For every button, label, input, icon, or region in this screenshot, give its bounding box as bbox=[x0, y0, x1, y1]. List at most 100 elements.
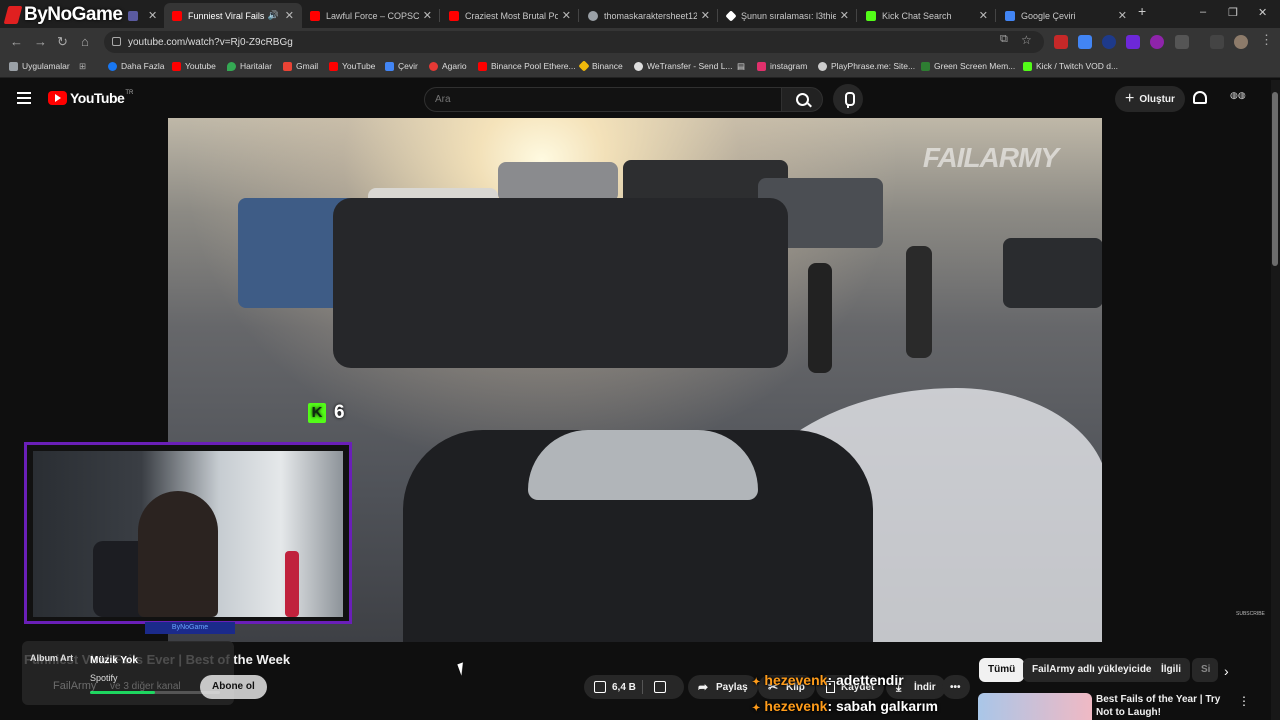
thumbs-up-icon[interactable] bbox=[594, 681, 606, 693]
bookmark-binance[interactable]: Binance bbox=[578, 60, 623, 72]
back-arrow-icon[interactable]: ← bbox=[10, 34, 23, 49]
new-tab-button[interactable]: + bbox=[1138, 3, 1146, 19]
guide-menu-icon[interactable] bbox=[17, 92, 31, 104]
minimize-button[interactable]: – bbox=[1200, 6, 1206, 18]
scrollbar-thumb[interactable] bbox=[1272, 92, 1278, 266]
profile-avatar-icon[interactable] bbox=[1234, 35, 1248, 49]
tab-siralamasi[interactable]: Şunun sıralaması: l3thien ✕ bbox=[719, 3, 857, 28]
home-icon[interactable]: ⌂ bbox=[81, 34, 89, 49]
maximize-button[interactable]: ❐ bbox=[1228, 6, 1238, 19]
bookmarks-grid-icon[interactable]: ⊞ bbox=[79, 61, 86, 72]
close-window-button[interactable]: ✕ bbox=[1258, 6, 1267, 19]
bookmark-cevir[interactable]: Çevir bbox=[385, 61, 418, 71]
tab-craziest-police[interactable]: Craziest Most Brutal Police ✕ bbox=[441, 3, 579, 28]
forward-arrow-icon[interactable]: → bbox=[34, 34, 47, 49]
account-avatar[interactable]: ◍◍ bbox=[1230, 90, 1250, 106]
overlay-logo-text: ByNoGame bbox=[24, 4, 123, 25]
chip-from-uploader[interactable]: FailArmy adlı yükleyiciden bbox=[1023, 658, 1167, 682]
bookmark-playphrase[interactable]: PlayPhrase.me: Site... bbox=[818, 61, 915, 71]
tab-close-icon[interactable]: ✕ bbox=[1118, 9, 1127, 22]
chevron-right-icon[interactable]: › bbox=[1224, 663, 1229, 679]
dark-car-right bbox=[1003, 238, 1102, 308]
extension-profile-icon[interactable] bbox=[1150, 35, 1164, 49]
bookmark-wetransfer[interactable]: WeTransfer - Send L... bbox=[634, 61, 733, 71]
voice-search-button[interactable] bbox=[833, 84, 863, 114]
bynogame-overlay-logo: ByNoGame bbox=[3, 4, 123, 26]
tab-thomaskaraktersheet[interactable]: thomaskaraktersheet123 ✕ bbox=[580, 3, 718, 28]
kick-logo-icon: K bbox=[308, 403, 326, 423]
notifications-bell-icon[interactable] bbox=[1193, 91, 1207, 104]
bookmark-binance-pool[interactable]: Binance Pool Ethere... bbox=[478, 61, 576, 71]
youtube-icon bbox=[172, 61, 181, 71]
plus-icon: + bbox=[1125, 90, 1135, 107]
tab-close-icon[interactable]: ✕ bbox=[423, 9, 432, 22]
tab-close-icon[interactable]: ✕ bbox=[562, 9, 571, 22]
tab-kick-chat-search[interactable]: Kick Chat Search ✕ bbox=[858, 3, 996, 28]
instagram-icon bbox=[757, 61, 766, 71]
bookmark-kick-twitch-vod[interactable]: Kick / Twitch VOD d... bbox=[1023, 61, 1118, 71]
reload-icon[interactable]: ↻ bbox=[57, 34, 68, 50]
bookmark-gmail[interactable]: Gmail bbox=[283, 61, 318, 71]
chip-next-partial[interactable]: Si bbox=[1192, 658, 1218, 682]
extension-news-icon[interactable] bbox=[1054, 35, 1068, 49]
tab-close-icon[interactable]: ✕ bbox=[979, 9, 988, 22]
bookmark-uygulamalar[interactable]: Uygulamalar bbox=[9, 61, 70, 71]
search-input[interactable] bbox=[424, 87, 782, 112]
bookmark-instagram[interactable]: instagram bbox=[757, 61, 807, 71]
chip-related[interactable]: İlgili bbox=[1152, 658, 1190, 682]
tab-funniest-viral-fails[interactable]: Funniest Viral Fails Ever 🔊 ✕ bbox=[164, 3, 302, 28]
tab-home-youtube[interactable]: ✕ bbox=[120, 3, 160, 28]
channel-name[interactable]: FailArmy bbox=[53, 680, 96, 692]
bookmark-agario[interactable]: Agario bbox=[429, 61, 467, 71]
create-button[interactable]: + Oluştur bbox=[1115, 86, 1185, 112]
tab-google-ceviri[interactable]: Google Çeviri ✕ bbox=[997, 3, 1135, 28]
share-button[interactable]: ➦ Paylaş bbox=[688, 675, 758, 699]
spotify-now-playing-widget: Album Art Müzik Yok Spotify bbox=[22, 641, 234, 705]
extension-translate-icon[interactable] bbox=[1078, 35, 1092, 49]
tab-lawful-force[interactable]: Lawful Force – COPSCAM ✕ bbox=[302, 3, 440, 28]
youtube-logo[interactable]: YouTube TR bbox=[48, 90, 133, 106]
collab-channels-link[interactable]: ve 3 diğer kanal bbox=[110, 681, 181, 692]
tab-close-icon[interactable]: ✕ bbox=[285, 9, 294, 22]
extensions-puzzle-icon[interactable] bbox=[1175, 35, 1189, 49]
maps-pin-icon bbox=[227, 61, 236, 71]
bynogame-logo-icon bbox=[3, 6, 23, 24]
site-info-icon[interactable] bbox=[112, 37, 121, 46]
track-name: Müzik Yok bbox=[90, 655, 138, 666]
url-bar[interactable]: youtube.com/watch?v=Rj0-Z9cRBGg bbox=[104, 31, 1044, 53]
bookmark-youtube[interactable]: Youtube bbox=[172, 61, 216, 71]
url-text: youtube.com/watch?v=Rj0-Z9cRBGg bbox=[128, 36, 293, 48]
extension-audio-icon[interactable] bbox=[1102, 35, 1116, 49]
thumbs-down-icon[interactable] bbox=[654, 681, 666, 693]
bookmark-green-screen[interactable]: Green Screen Mem... bbox=[921, 61, 1015, 71]
youtube-icon bbox=[329, 61, 338, 71]
tab-close-icon[interactable]: ✕ bbox=[148, 9, 157, 22]
wetransfer-icon bbox=[634, 61, 643, 71]
kick-count-value: 6 bbox=[334, 402, 345, 423]
recommended-thumbnail[interactable] bbox=[978, 693, 1092, 720]
gmail-icon bbox=[283, 61, 292, 71]
install-app-icon[interactable]: ⧉ bbox=[1000, 33, 1008, 46]
chip-all[interactable]: Tümü bbox=[979, 658, 1025, 682]
share-label: Paylaş bbox=[716, 681, 748, 693]
media-control-icon[interactable] bbox=[1210, 35, 1224, 49]
audio-playing-icon[interactable]: 🔊 bbox=[268, 10, 279, 21]
bookmark-youtube-2[interactable]: YouTube bbox=[329, 61, 375, 71]
tab-close-icon[interactable]: ✕ bbox=[701, 9, 710, 22]
search-button[interactable] bbox=[781, 87, 823, 112]
bookmark-haritalar[interactable]: Haritalar bbox=[227, 61, 272, 71]
extension-pen-icon[interactable] bbox=[1126, 35, 1140, 49]
subscribe-button[interactable]: Abone ol bbox=[200, 675, 267, 699]
browser-menu-icon[interactable]: ⋮ bbox=[1260, 32, 1273, 48]
bookmark-doc-icon[interactable]: ▤ bbox=[737, 61, 745, 72]
youtube-icon bbox=[478, 61, 487, 71]
recommended-title[interactable]: Best Fails of the Year | Try Not to Laug… bbox=[1096, 693, 1226, 719]
bookmark-daha-fazla[interactable]: Daha Fazla bbox=[108, 61, 164, 71]
chat-badge-icon: ✦ bbox=[752, 703, 761, 714]
bookmark-star-icon[interactable]: ☆ bbox=[1021, 33, 1032, 47]
more-vertical-icon[interactable]: ⋮ bbox=[1238, 694, 1250, 708]
like-dislike-segment[interactable]: 6,4 B bbox=[584, 675, 684, 699]
more-actions-button[interactable]: ••• bbox=[942, 675, 970, 699]
tab-close-icon[interactable]: ✕ bbox=[840, 9, 849, 22]
download-label: İndir bbox=[914, 681, 936, 693]
